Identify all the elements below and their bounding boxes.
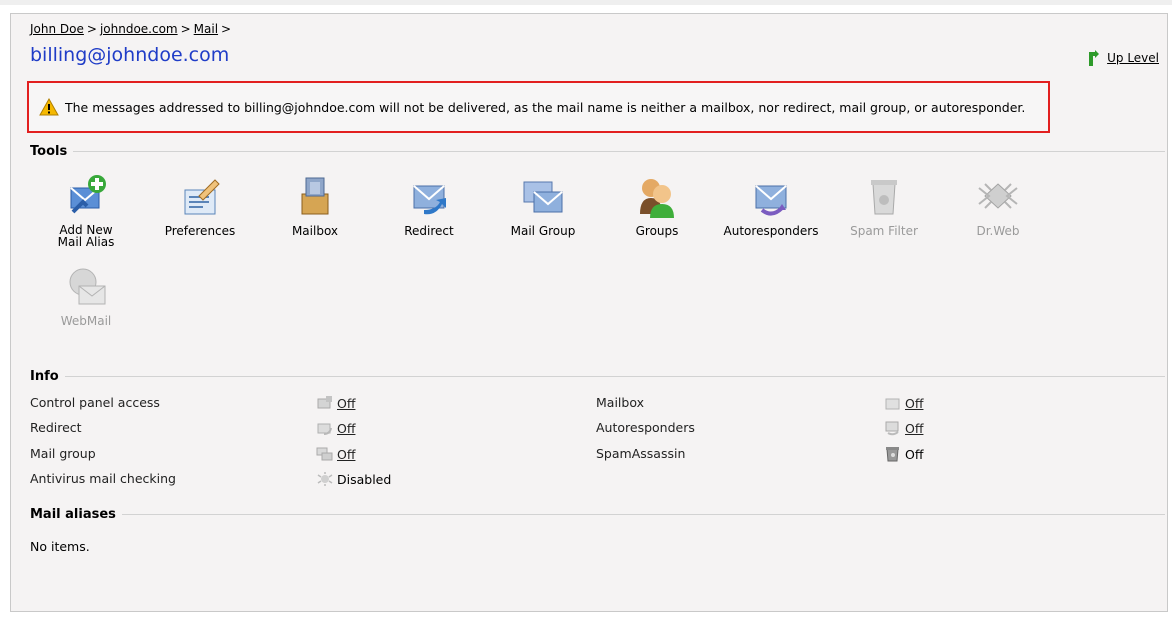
control-panel-icon xyxy=(317,396,332,409)
autoresponders-small-icon xyxy=(885,421,899,436)
tool-label: Redirect xyxy=(404,224,454,238)
info-value-redirect: Off xyxy=(316,420,355,436)
info-value-antivirus: Disabled xyxy=(316,471,391,487)
info-label-antivirus: Antivirus mail checking xyxy=(30,471,176,486)
tool-label: WebMail xyxy=(60,314,112,328)
info-label-spamassassin: SpamAssassin xyxy=(596,446,686,461)
tool-label: Preferences xyxy=(164,224,236,238)
tool-mailbox[interactable]: Mailbox xyxy=(260,174,370,238)
info-label-mailbox: Mailbox xyxy=(596,395,644,410)
up-level-button[interactable]: Up Level xyxy=(1085,50,1159,66)
drweb-icon xyxy=(978,183,1018,209)
tool-autoresponders[interactable]: Autoresponders xyxy=(716,174,826,238)
divider xyxy=(64,376,1165,377)
tool-groups[interactable]: Groups xyxy=(602,174,712,238)
antivirus-icon xyxy=(317,472,333,486)
groups-icon xyxy=(640,179,674,218)
webmail-icon xyxy=(69,268,106,305)
tool-label: Mail Group xyxy=(510,224,576,238)
tools-section-header: Tools xyxy=(30,144,1165,159)
mail-aliases-section-header: Mail aliases xyxy=(30,507,1165,522)
mail-group-small-icon xyxy=(316,447,333,461)
tool-spam-filter: Spam Filter xyxy=(829,174,939,238)
tool-mail-group[interactable]: Mail Group xyxy=(488,174,598,238)
warning-message-box: The messages addressed to billing@johndo… xyxy=(27,81,1050,133)
divider xyxy=(121,514,1165,515)
tool-label: Autoresponders xyxy=(723,224,819,238)
mailbox-small-icon xyxy=(885,398,900,410)
tool-label: Dr.Web xyxy=(976,224,1020,238)
mail-group-toggle[interactable]: Off xyxy=(337,447,355,462)
redirect-toggle[interactable]: Off xyxy=(337,421,355,436)
info-value-control-panel-access: Off xyxy=(316,395,355,411)
top-strip xyxy=(0,0,1172,5)
tool-label: Add New Mail Alias xyxy=(57,223,115,249)
info-value-mail-group: Off xyxy=(316,446,355,462)
breadcrumb-separator: > xyxy=(180,22,191,36)
content-panel: John Doe > johndoe.com > Mail > billing@johnd… xyxy=(10,13,1168,612)
tool-drweb: Dr.Web xyxy=(943,174,1053,238)
mail-aliases-empty-text: No items. xyxy=(30,539,90,554)
breadcrumb-separator: > xyxy=(221,22,232,36)
up-level-label[interactable]: Up Level xyxy=(1107,51,1159,65)
add-mail-alias-icon xyxy=(70,175,106,214)
autoresponders-toggle[interactable]: Off xyxy=(905,421,923,436)
info-label-autoresponders: Autoresponders xyxy=(596,420,695,435)
info-label-redirect: Redirect xyxy=(30,420,82,435)
antivirus-status: Disabled xyxy=(337,471,392,487)
tool-label: Spam Filter xyxy=(850,224,918,238)
tools-heading: Tools xyxy=(30,144,68,159)
tool-preferences[interactable]: Preferences xyxy=(145,174,255,238)
info-value-spamassassin: Off xyxy=(884,446,923,462)
up-arrow-icon xyxy=(1089,50,1100,66)
mailbox-icon xyxy=(301,177,329,215)
spamassassin-icon xyxy=(886,447,899,462)
info-value-mailbox: Off xyxy=(884,395,923,411)
warning-text: The messages addressed to billing@johndo… xyxy=(65,99,1026,115)
breadcrumb-separator: > xyxy=(86,22,97,36)
breadcrumb: John Doe > johndoe.com > Mail > xyxy=(30,22,234,36)
mail-aliases-heading: Mail aliases xyxy=(30,507,116,522)
mailbox-toggle[interactable]: Off xyxy=(905,396,923,411)
warning-icon xyxy=(39,98,59,116)
info-label-mail-group: Mail group xyxy=(30,446,96,461)
mail-group-icon xyxy=(523,181,563,213)
tool-label: Mailbox xyxy=(291,224,339,238)
tool-label: Groups xyxy=(635,224,679,238)
page-title: billing@johndoe.com xyxy=(30,44,230,66)
info-label-control-panel-access: Control panel access xyxy=(30,395,160,410)
spam-filter-icon xyxy=(871,180,897,215)
autoresponders-icon xyxy=(755,185,787,216)
control-panel-access-toggle[interactable]: Off xyxy=(337,396,355,411)
tool-redirect[interactable]: Redirect xyxy=(374,174,484,238)
breadcrumb-domain[interactable]: johndoe.com xyxy=(100,22,178,36)
divider xyxy=(73,151,1165,152)
breadcrumb-john-doe[interactable]: John Doe xyxy=(30,22,84,36)
preferences-icon xyxy=(184,179,220,215)
redirect-icon xyxy=(413,185,446,215)
info-section-header: Info xyxy=(30,369,1165,384)
tool-add-new-mail-alias[interactable]: Add New Mail Alias xyxy=(31,174,141,248)
tool-webmail: WebMail xyxy=(31,264,141,328)
redirect-small-icon xyxy=(317,423,332,435)
spamassassin-status: Off xyxy=(905,446,924,462)
breadcrumb-mail[interactable]: Mail xyxy=(194,22,218,36)
info-heading: Info xyxy=(30,369,59,384)
info-value-autoresponders: Off xyxy=(884,420,923,436)
